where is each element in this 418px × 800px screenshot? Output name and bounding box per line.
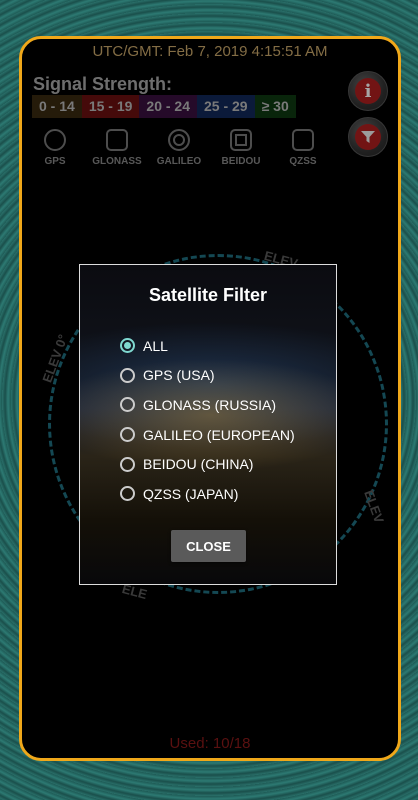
radio-icon[interactable] — [120, 397, 135, 413]
radio-icon[interactable] — [120, 456, 135, 472]
radio-icon[interactable] — [120, 427, 135, 443]
option-qzss[interactable]: QZSS (JAPAN) — [120, 479, 295, 509]
satellite-filter-dialog: Satellite Filter ALL GPS (USA) GLONASS (… — [79, 264, 337, 585]
radio-selected-icon[interactable] — [120, 338, 135, 354]
radio-icon[interactable] — [120, 367, 135, 383]
option-galileo[interactable]: GALILEO (EUROPEAN) — [120, 420, 295, 450]
close-button[interactable]: CLOSE — [171, 530, 246, 562]
radio-icon[interactable] — [120, 486, 135, 502]
option-all[interactable]: ALL — [120, 331, 295, 361]
filter-options: ALL GPS (USA) GLONASS (RUSSIA) GALILEO (… — [120, 331, 295, 509]
option-beidou[interactable]: BEIDOU (CHINA) — [120, 449, 295, 479]
dialog-title: Satellite Filter — [148, 285, 268, 305]
option-gps[interactable]: GPS (USA) — [120, 361, 295, 391]
option-glonass[interactable]: GLONASS (RUSSIA) — [120, 390, 295, 420]
